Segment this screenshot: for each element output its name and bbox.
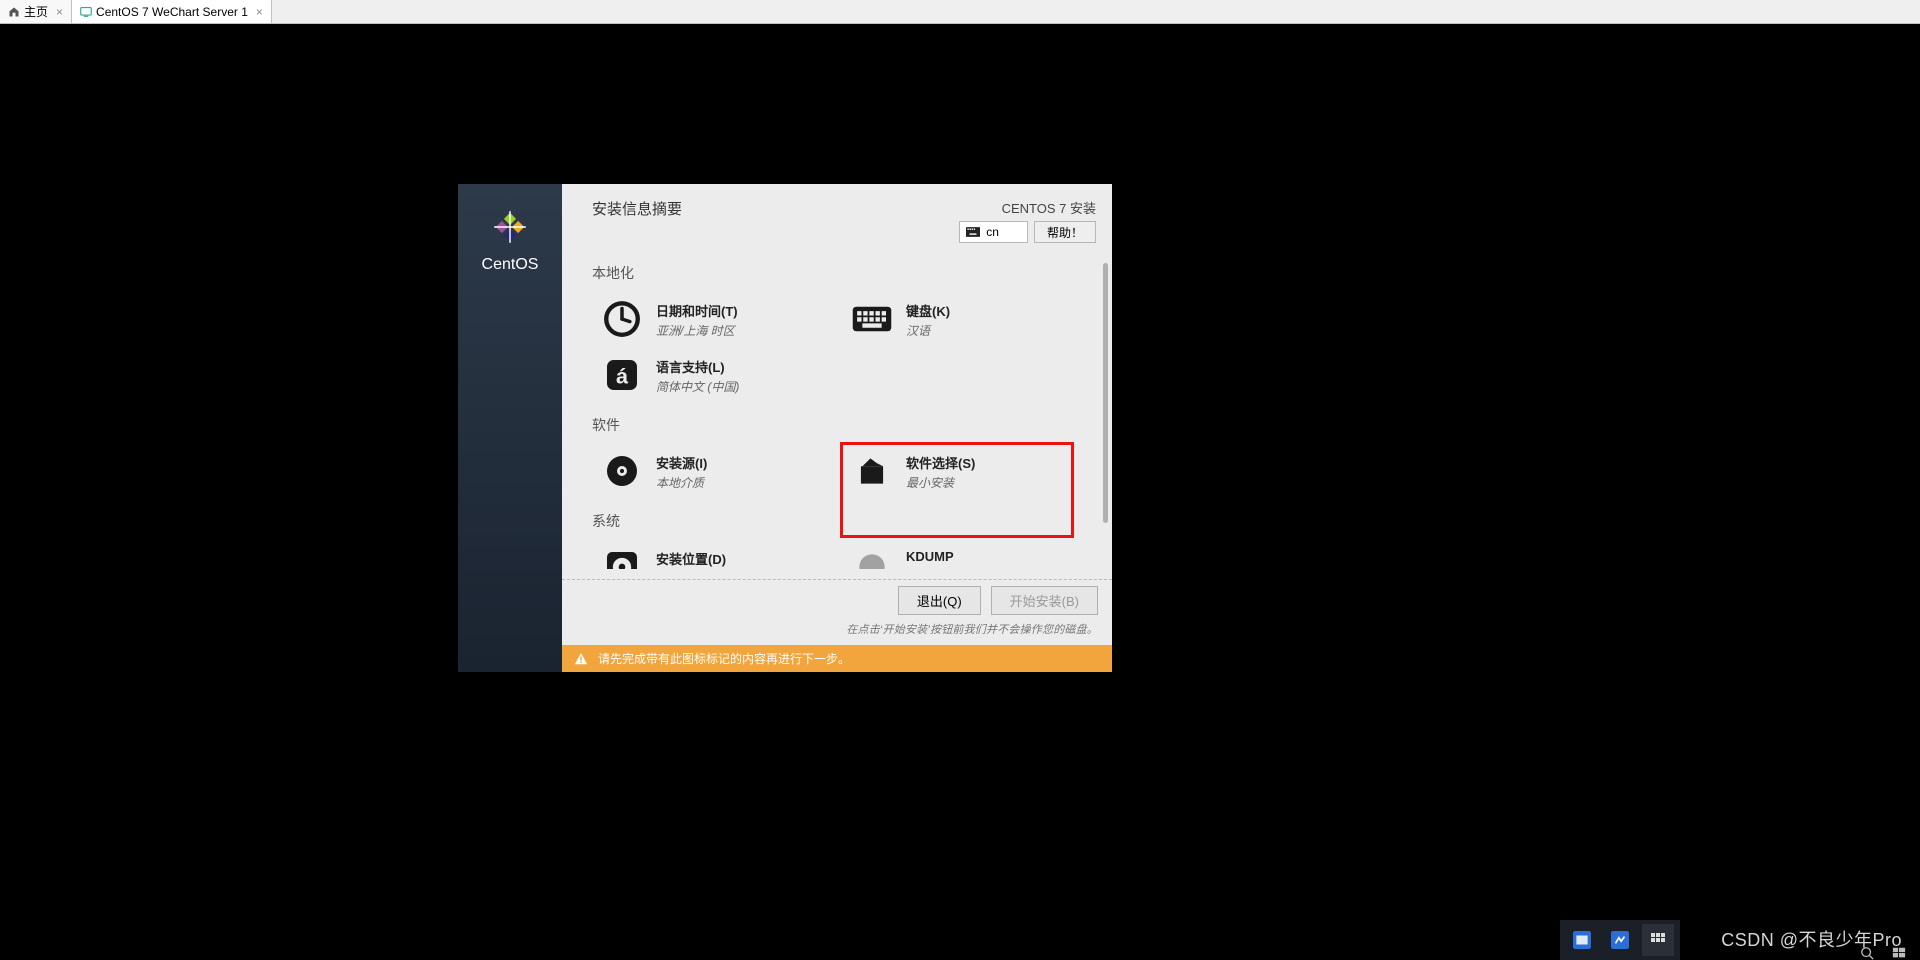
- warning-triangle-icon: [574, 652, 588, 666]
- app-icon: [1573, 931, 1591, 949]
- spoke-keyboard-sub: 汉语: [906, 322, 950, 339]
- spoke-install-destination[interactable]: 安装位置(D): [592, 539, 832, 569]
- page-title: 安装信息摘要: [592, 198, 682, 219]
- system-tray: [1860, 946, 1906, 960]
- spoke-softsel-title: 软件选择(S): [906, 453, 975, 472]
- spoke-source-sub: 本地介质: [656, 474, 707, 491]
- help-button[interactable]: 帮助！: [1034, 221, 1096, 243]
- spoke-language-sub: 简体中文 (中国): [656, 378, 739, 395]
- app-icon: [1611, 931, 1629, 949]
- spoke-language-title: 语言支持(L): [656, 357, 739, 376]
- anaconda-installer-window: CentOS 安装信息摘要 CENTOS 7 安装 cn: [458, 184, 1112, 672]
- taskbar-app-1[interactable]: [1566, 924, 1598, 956]
- vm-monitor-icon: [80, 6, 92, 18]
- close-icon[interactable]: ×: [256, 5, 263, 19]
- kdump-icon: [853, 548, 891, 569]
- spoke-software-selection[interactable]: 软件选择(S) 最小安装: [842, 443, 1082, 499]
- category-software: 软件: [592, 415, 1092, 435]
- brand-text: CentOS: [482, 256, 539, 274]
- svg-text:á: á: [616, 363, 629, 388]
- windows-icon[interactable]: [1892, 946, 1906, 960]
- vm-viewport: CentOS 安装信息摘要 CENTOS 7 安装 cn: [0, 24, 1920, 960]
- disc-icon: [602, 451, 642, 491]
- home-icon: [8, 6, 20, 18]
- spoke-datetime-sub: 亚洲/上海 时区: [656, 322, 738, 339]
- clock-icon: [601, 298, 643, 340]
- tab-vm-label: CentOS 7 WeChart Server 1: [96, 5, 248, 19]
- footer-hint: 在点击‘开始安装’按钮前我们并不会操作您的磁盘。: [576, 621, 1098, 637]
- taskbar-app-2[interactable]: [1604, 924, 1636, 956]
- spoke-softsel-sub: 最小安装: [906, 474, 975, 491]
- grid-icon: [1650, 932, 1666, 948]
- host-taskbar: [1560, 920, 1680, 960]
- search-icon[interactable]: [1860, 946, 1874, 960]
- tab-home-label: 主页: [24, 3, 48, 20]
- vm-tab-bar: 主页 × CentOS 7 WeChart Server 1 ×: [0, 0, 1920, 24]
- language-icon: á: [602, 355, 642, 395]
- spoke-datetime[interactable]: 日期和时间(T) 亚洲/上海 时区: [592, 291, 832, 347]
- category-system: 系统: [592, 511, 1092, 531]
- keyboard-layout-code: cn: [986, 225, 999, 239]
- taskbar-app-grid[interactable]: [1642, 924, 1674, 956]
- spoke-kdump-title: KDUMP: [906, 549, 954, 564]
- package-icon: [853, 452, 891, 490]
- warning-bar: 请先完成带有此图标标记的内容再进行下一步。: [562, 645, 1112, 672]
- spoke-language[interactable]: á 语言支持(L) 简体中文 (中国): [592, 347, 832, 403]
- scrollbar-thumb[interactable]: [1103, 263, 1108, 523]
- harddisk-icon: [602, 547, 642, 569]
- installer-footer: 退出(Q) 开始安装(B) 在点击‘开始安装’按钮前我们并不会操作您的磁盘。: [562, 579, 1112, 645]
- keyboard-large-icon: [851, 303, 893, 335]
- quit-button[interactable]: 退出(Q): [898, 586, 981, 615]
- spoke-source-title: 安装源(I): [656, 453, 707, 472]
- category-localization: 本地化: [592, 263, 1092, 283]
- tab-vm[interactable]: CentOS 7 WeChart Server 1 ×: [72, 0, 272, 23]
- installer-sidebar: CentOS: [458, 184, 562, 672]
- spoke-keyboard[interactable]: 键盘(K) 汉语: [842, 291, 1082, 347]
- centos-logo-icon: [487, 204, 533, 250]
- keyboard-layout-selector[interactable]: cn: [959, 221, 1028, 243]
- keyboard-icon: [966, 227, 980, 237]
- spoke-datetime-title: 日期和时间(T): [656, 301, 738, 320]
- begin-install-button[interactable]: 开始安装(B): [991, 586, 1098, 615]
- spoke-kdump[interactable]: KDUMP: [842, 539, 1082, 569]
- close-icon[interactable]: ×: [56, 5, 63, 19]
- spoke-install-source[interactable]: 安装源(I) 本地介质: [592, 443, 832, 499]
- tab-home[interactable]: 主页 ×: [0, 0, 72, 23]
- warning-text: 请先完成带有此图标标记的内容再进行下一步。: [598, 650, 850, 667]
- install-product-label: CENTOS 7 安装: [1002, 198, 1096, 217]
- spoke-keyboard-title: 键盘(K): [906, 301, 950, 320]
- spoke-dest-title: 安装位置(D): [656, 549, 726, 568]
